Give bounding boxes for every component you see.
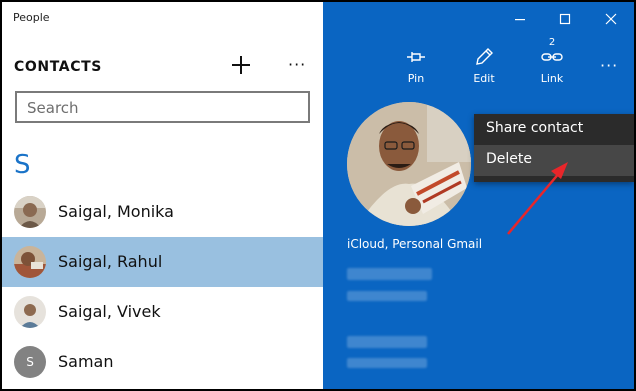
people-window: People CONTACTS ··· Search S Saigal, Mon… — [2, 2, 634, 389]
red-arrow-annotation — [507, 162, 568, 235]
